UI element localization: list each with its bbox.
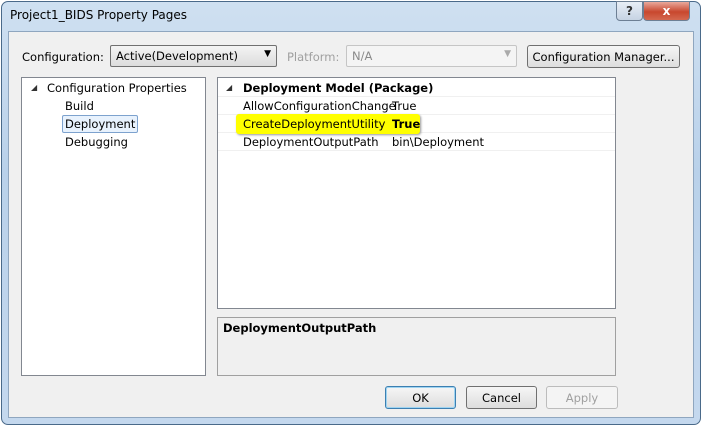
description-title: DeploymentOutputPath xyxy=(223,321,377,335)
cancel-button[interactable]: Cancel xyxy=(466,386,537,409)
configuration-value: Active(Development) xyxy=(116,49,238,63)
tree-item-deployment[interactable]: Deployment xyxy=(62,115,139,133)
ok-button[interactable]: OK xyxy=(385,386,456,409)
property-row[interactable]: DeploymentOutputPath bin\Deployment xyxy=(218,133,615,151)
configuration-combo[interactable]: Active(Development) ▼ xyxy=(110,45,277,67)
tree-view: ◢ Configuration Properties Build Deploym… xyxy=(21,77,206,376)
collapse-triangle-icon[interactable]: ◢ xyxy=(226,83,232,92)
property-value[interactable]: True xyxy=(392,99,416,113)
property-value[interactable]: True xyxy=(392,117,420,131)
property-row[interactable]: AllowConfigurationChange True xyxy=(218,97,615,115)
property-grid: ◢ Deployment Model (Package) AllowConfig… xyxy=(217,77,616,309)
category-label: Deployment Model (Package) xyxy=(243,81,434,95)
apply-button[interactable]: Apply xyxy=(546,386,618,409)
tree-item-build[interactable]: Build xyxy=(65,99,94,113)
platform-value: N/A xyxy=(352,49,373,63)
property-name: CreateDeploymentUtility xyxy=(243,117,386,131)
tree-item-debugging[interactable]: Debugging xyxy=(65,135,128,149)
category-row[interactable]: ◢ Deployment Model (Package) xyxy=(218,79,615,97)
property-value[interactable]: bin\Deployment xyxy=(392,135,484,149)
chevron-down-icon: ▼ xyxy=(264,49,271,59)
platform-combo[interactable]: N/A ▼ xyxy=(346,45,517,67)
property-name: AllowConfigurationChange xyxy=(243,99,396,113)
help-button[interactable]: ? xyxy=(616,1,643,21)
configuration-label: Configuration: xyxy=(22,50,104,64)
property-name: DeploymentOutputPath xyxy=(243,135,379,149)
window-title: Project1_BIDS Property Pages xyxy=(10,8,188,22)
tree-root[interactable]: Configuration Properties xyxy=(47,81,187,95)
platform-label: Platform: xyxy=(287,50,340,64)
property-row[interactable]: CreateDeploymentUtility True xyxy=(218,114,615,134)
expand-triangle-icon[interactable]: ◢ xyxy=(31,83,37,92)
description-pane: DeploymentOutputPath xyxy=(217,317,616,376)
configuration-manager-button[interactable]: Configuration Manager... xyxy=(527,45,680,68)
chevron-down-icon: ▼ xyxy=(504,49,511,59)
close-button[interactable]: x xyxy=(643,1,690,21)
